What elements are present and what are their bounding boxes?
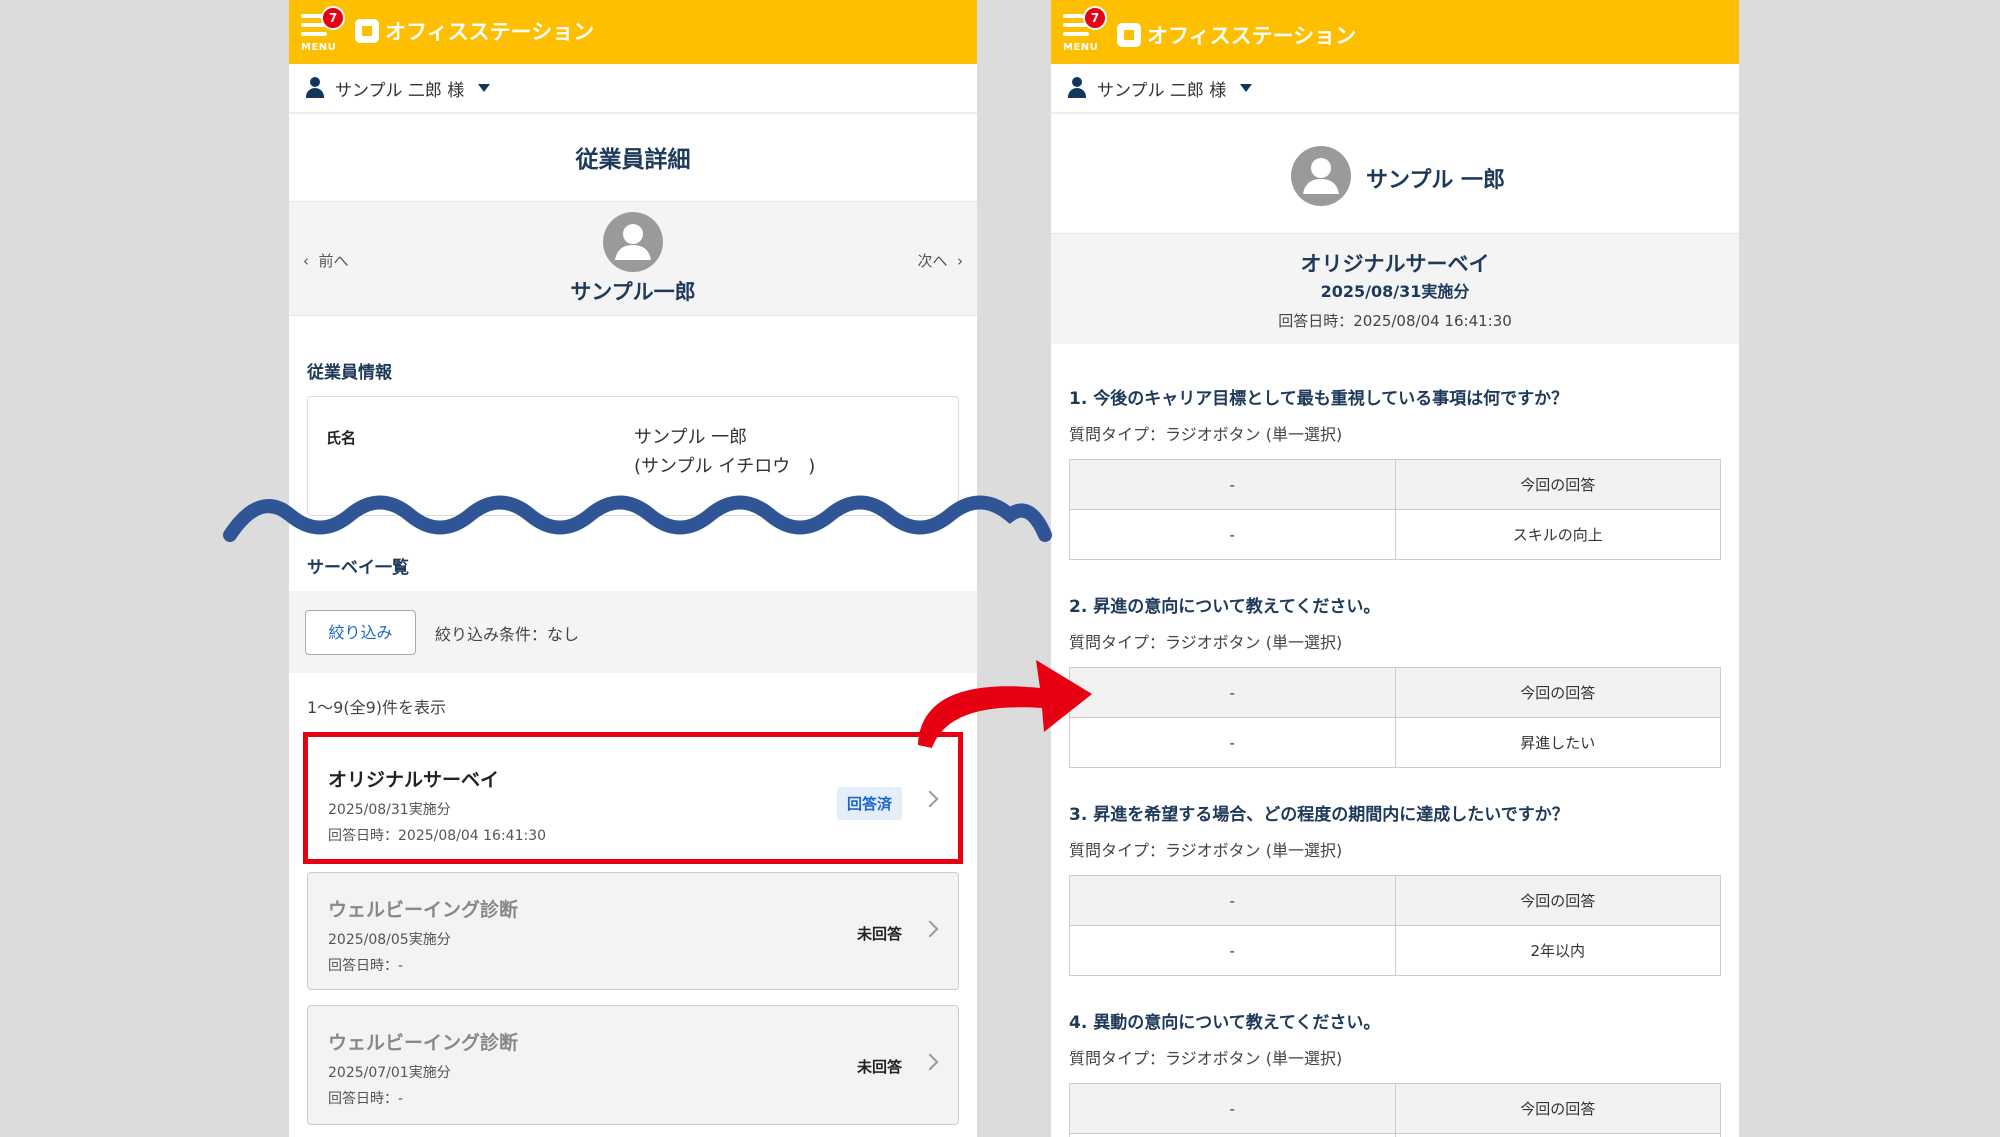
section-employee-info: 従業員情報 [307, 363, 392, 383]
user-icon [1067, 77, 1087, 99]
avatar-icon [603, 212, 663, 272]
logo-text: オフィスステーション [1147, 24, 1357, 48]
survey-title: ウェルビーイング診断 [328, 1032, 519, 1054]
result-count: 1〜9(全9)件を表示 [307, 698, 447, 717]
page-title: 従業員詳細 [289, 114, 977, 202]
survey-title: ウェルビーイング診断 [328, 899, 519, 921]
question-text: 2. 昇進の意向について教えてください。 [1069, 597, 1381, 617]
avatar [603, 212, 663, 272]
survey-header: オリジナルサーベイ 2025/08/31実施分 回答日時：2025/08/04 … [1051, 234, 1739, 344]
menu-button[interactable]: MENU 7 [301, 6, 345, 54]
table-cell: - [1069, 509, 1396, 560]
table-cell [1394, 1133, 1721, 1137]
profile-header: サンプル 一郎 [1051, 114, 1739, 234]
logo-icon [1117, 23, 1141, 47]
menu-button[interactable]: MENU 7 [1063, 6, 1107, 54]
survey-answered: 回答日時：2025/08/04 16:41:30 [1278, 312, 1512, 330]
table-cell: 昇進したい [1394, 717, 1721, 768]
question-block: 4. 異動の意向について教えてください。 質問タイプ：ラジオボタン (単一選択)… [1069, 1008, 1721, 1137]
employee-detail-screen: MENU 7 オフィスステーション サンプル 二郎 様 従業員詳細 ‹ 前へ サ… [289, 0, 977, 1137]
table-cell: - [1069, 925, 1396, 976]
prev-label: 前へ [318, 252, 349, 270]
name-kana-value: (サンプル イチロウ ) [634, 456, 816, 477]
status-label: 未回答 [856, 925, 902, 943]
name-value: サンプル 一郎 [634, 427, 748, 448]
filter-bar: 絞り込み 絞り込み条件：なし [289, 591, 977, 673]
table-cell: スキルの向上 [1394, 509, 1721, 560]
survey-title: オリジナルサーベイ [1300, 252, 1490, 276]
profile-name: サンプル 一郎 [1366, 168, 1505, 193]
filter-condition: 絞り込み条件：なし [435, 625, 580, 644]
user-name: サンプル 二郎 様 [335, 80, 465, 101]
answer-table: - 今回の回答 - 昇進したい [1069, 667, 1721, 768]
answer-table: - 今回の回答 -2年以内 [1069, 875, 1721, 976]
question-type: 質問タイプ：ラジオボタン (単一選択) [1069, 1049, 1343, 1068]
app-header: MENU 7 オフィスステーション [289, 0, 977, 64]
table-header-cell: - [1069, 667, 1396, 718]
next-label: 次へ [917, 252, 948, 270]
question-text: 1. 今後のキャリア目標として最も重視している事項は何ですか？ [1069, 389, 1569, 409]
question-block: 3. 昇進を希望する場合、どの程度の期間内に達成したいですか？ 質問タイプ：ラジ… [1069, 800, 1721, 976]
table-header-cell: - [1069, 1083, 1396, 1134]
chevron-down-icon [1240, 84, 1253, 92]
table-cell [1069, 1133, 1396, 1137]
app-logo[interactable]: オフィスステーション [355, 16, 594, 46]
table-header-cell: 今回の回答 [1394, 1083, 1721, 1134]
question-text: 4. 異動の意向について教えてください。 [1069, 1013, 1381, 1033]
avatar-icon [1291, 146, 1351, 206]
question-block: 2. 昇進の意向について教えてください。 質問タイプ：ラジオボタン (単一選択)… [1069, 592, 1721, 768]
survey-item[interactable]: ウェルビーイング診断 2025/07/01実施分 回答日時：- 未回答 [307, 1005, 959, 1125]
filter-button[interactable]: 絞り込み [305, 610, 416, 655]
name-label: 氏名 [326, 429, 357, 447]
employee-name: サンプル一郎 [570, 280, 696, 304]
notification-badge: 7 [321, 6, 345, 30]
menu-label: MENU [301, 42, 337, 53]
question-type: 質問タイプ：ラジオボタン (単一選択) [1069, 425, 1343, 444]
survey-result-screen: MENU 7 オフィスステーション サンプル 二郎 様 サンプル 一郎 オリジナ… [1051, 0, 1739, 1137]
app-header: MENU 7 オフィスステーション [1051, 0, 1739, 64]
chevron-down-icon [478, 84, 491, 92]
table-header-cell: 今回の回答 [1394, 459, 1721, 510]
menu-label: MENU [1063, 42, 1099, 53]
survey-answered: 回答日時：- [328, 1091, 404, 1107]
table-header-cell: 今回の回答 [1394, 875, 1721, 926]
chevron-right-icon [921, 1053, 939, 1071]
status-label: 未回答 [856, 1058, 902, 1076]
chevron-right-icon: › [947, 252, 963, 270]
survey-date: 2025/07/01実施分 [328, 1065, 451, 1081]
question-text: 3. 昇進を希望する場合、どの程度の期間内に達成したいですか？ [1069, 805, 1569, 825]
next-button[interactable]: 次へ › [917, 250, 963, 271]
survey-date: 2025/08/05実施分 [328, 932, 451, 948]
question-block: 1. 今後のキャリア目標として最も重視している事項は何ですか？ 質問タイプ：ラジ… [1069, 384, 1721, 560]
answer-table: - 今回の回答 [1069, 1083, 1721, 1137]
highlight-frame [303, 732, 963, 864]
prev-button[interactable]: ‹ 前へ [303, 250, 349, 271]
chevron-left-icon: ‹ [303, 252, 319, 270]
notification-badge: 7 [1083, 6, 1107, 30]
table-header-cell: - [1069, 875, 1396, 926]
table-cell: - [1069, 717, 1396, 768]
question-type: 質問タイプ：ラジオボタン (単一選択) [1069, 841, 1343, 860]
user-menu[interactable]: サンプル 二郎 様 [1051, 64, 1739, 114]
user-icon [305, 77, 325, 99]
table-header-cell: - [1069, 459, 1396, 510]
chevron-right-icon [921, 920, 939, 938]
avatar [1291, 146, 1351, 206]
survey-item[interactable]: ウェルビーイング診断 2025/08/05実施分 回答日時：- 未回答 [307, 872, 959, 990]
user-menu[interactable]: サンプル 二郎 様 [289, 64, 977, 114]
survey-date: 2025/08/31実施分 [1320, 282, 1470, 301]
employee-nav: ‹ 前へ サンプル一郎 次へ › [289, 202, 977, 316]
logo-text: オフィスステーション [385, 20, 595, 44]
table-cell: 2年以内 [1394, 925, 1721, 976]
user-name: サンプル 二郎 様 [1097, 80, 1227, 101]
table-header-cell: 今回の回答 [1394, 667, 1721, 718]
survey-answered: 回答日時：- [328, 958, 404, 974]
answer-table: - 今回の回答 - スキルの向上 [1069, 459, 1721, 560]
section-survey-list: サーベイ一覧 [307, 558, 409, 578]
question-type: 質問タイプ：ラジオボタン (単一選択) [1069, 633, 1343, 652]
app-logo[interactable]: オフィスステーション [1117, 20, 1356, 50]
employee-info-card: 氏名 サンプル 一郎 (サンプル イチロウ ) [307, 396, 959, 516]
logo-icon [355, 19, 379, 43]
